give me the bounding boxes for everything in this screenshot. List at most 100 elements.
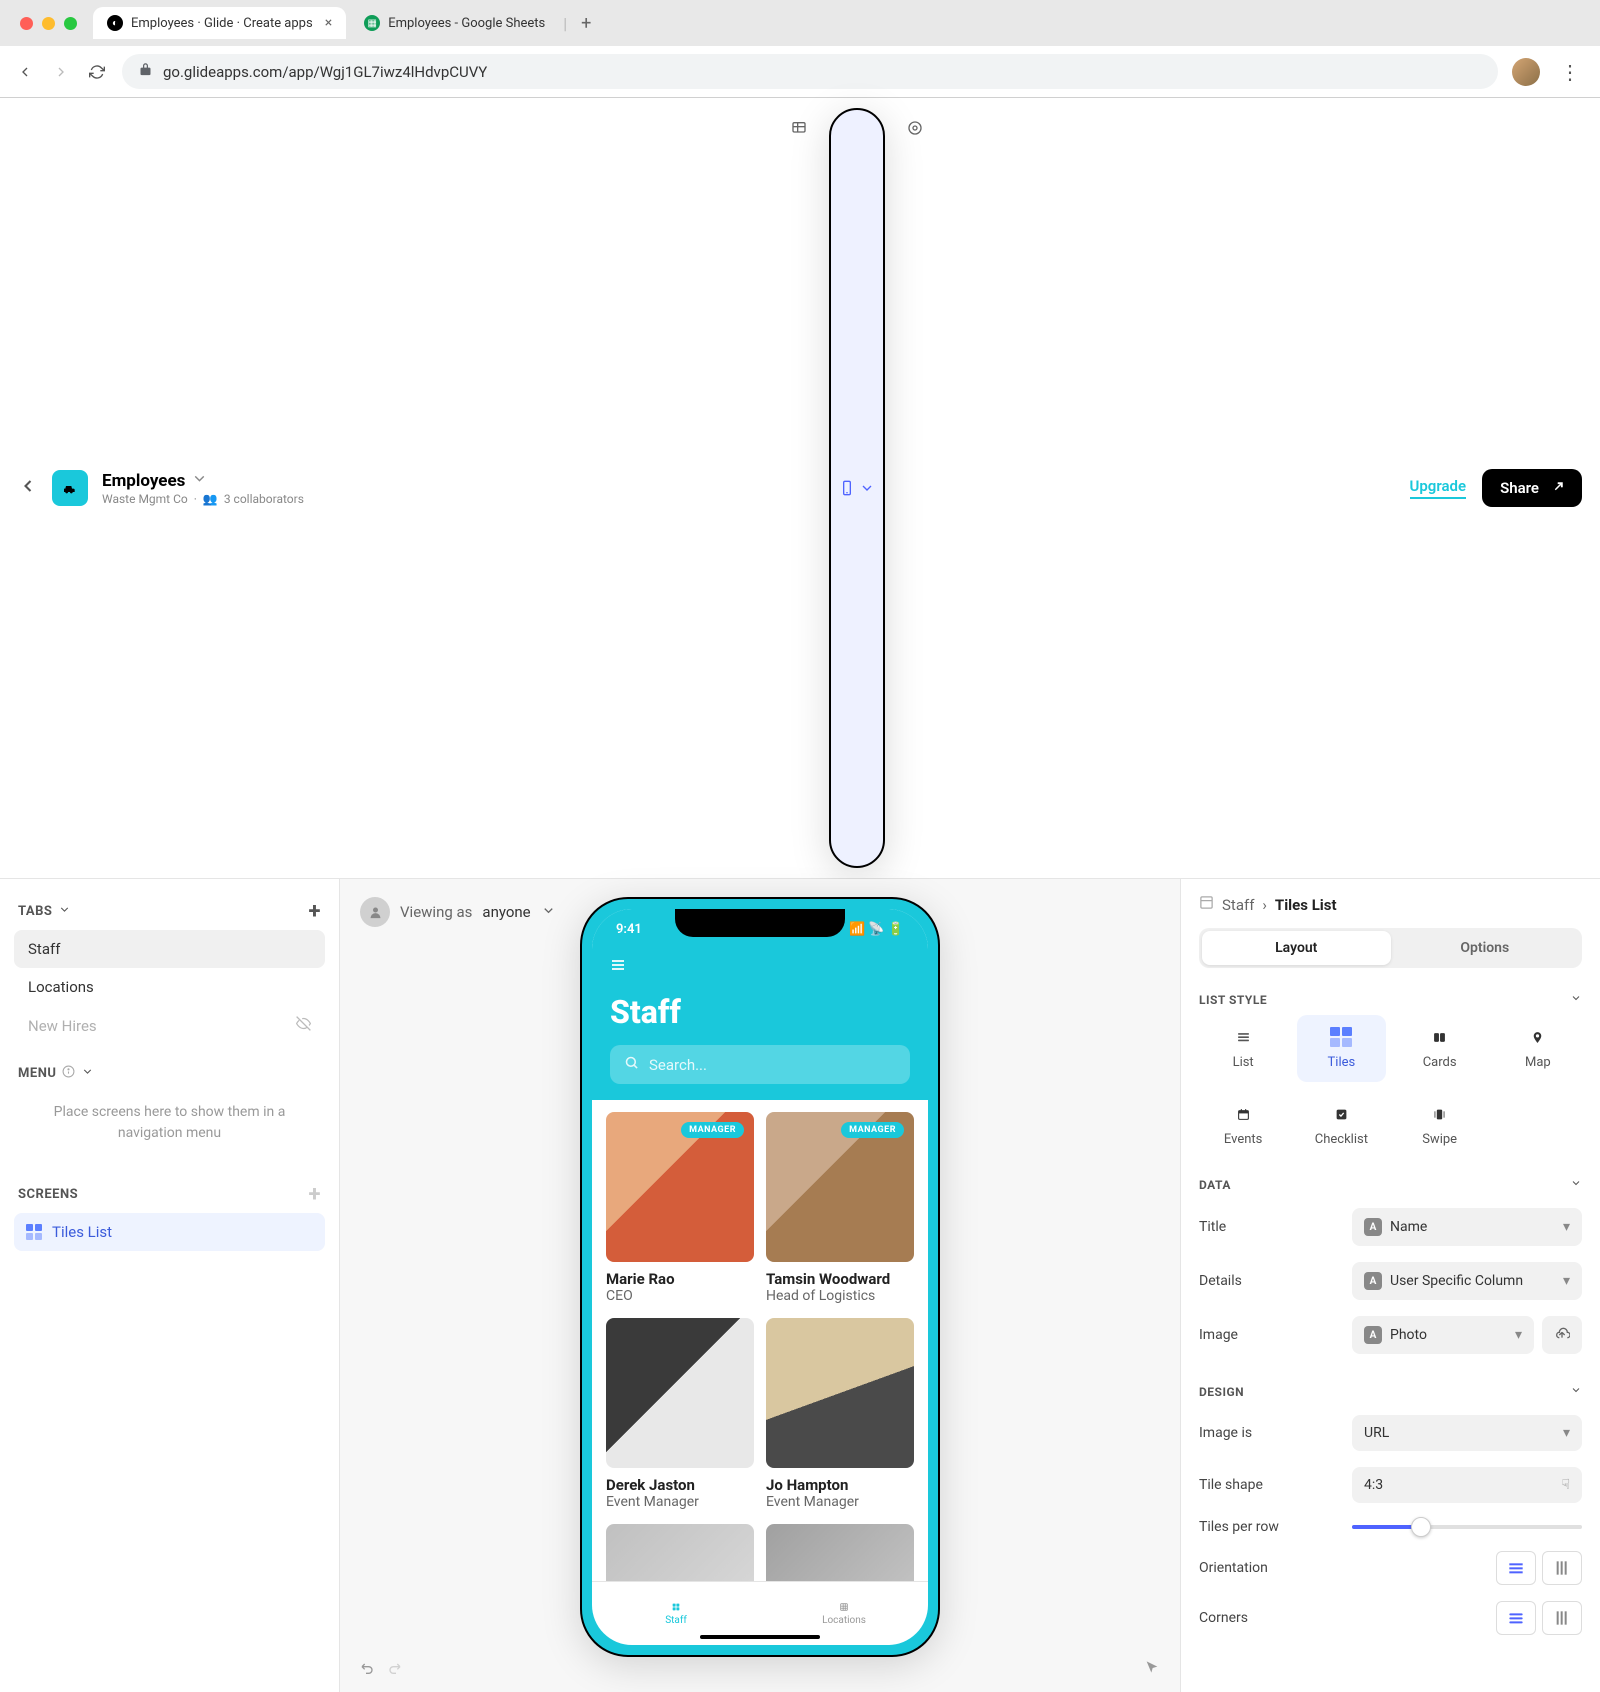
browser-chrome: ◐ Employees · Glide · Create apps × ▦ Em… — [0, 0, 1600, 98]
corners-square[interactable] — [1542, 1601, 1582, 1635]
menu-label: MENU — [18, 1066, 56, 1081]
style-events[interactable]: Events — [1199, 1092, 1287, 1159]
device-tablet-button[interactable] — [777, 108, 821, 148]
style-swipe[interactable]: Swipe — [1396, 1092, 1484, 1159]
sidebar-tab-new-hires[interactable]: New Hires — [14, 1006, 325, 1045]
separator: · — [194, 492, 197, 506]
chevron-down-icon[interactable] — [58, 903, 71, 920]
phone-screen: 9:41 📶 📡 🔋 Staff Search... MANAGER Marie… — [592, 909, 928, 1645]
menu-section-header: MENU — [14, 1059, 325, 1088]
field-label: Image — [1199, 1327, 1238, 1343]
tile-person[interactable]: Jo Hampton Event Manager — [766, 1318, 914, 1510]
settings-button[interactable] — [893, 108, 937, 148]
screen-item-tiles-list[interactable]: Tiles List — [14, 1213, 325, 1251]
style-map[interactable]: Map — [1494, 1015, 1582, 1082]
viewing-as-label: Viewing as — [400, 903, 472, 921]
title-dropdown[interactable]: AName▾ — [1352, 1208, 1582, 1246]
tab-label: Employees - Google Sheets — [388, 16, 545, 31]
device-phone-button[interactable] — [829, 108, 885, 868]
data-label: DATA — [1199, 1178, 1231, 1192]
forward-button[interactable] — [50, 61, 72, 83]
sidebar-tab-locations[interactable]: Locations — [14, 968, 325, 1006]
hamburger-icon[interactable] — [610, 957, 626, 977]
viewing-as-pill[interactable]: Viewing as anyone — [360, 897, 556, 927]
window-minimize[interactable] — [42, 17, 55, 30]
orientation-vertical[interactable] — [1542, 1551, 1582, 1585]
phone-title: Staff — [610, 993, 910, 1031]
style-list[interactable]: List — [1199, 1015, 1287, 1082]
field-label: Orientation — [1199, 1560, 1268, 1576]
tile-person[interactable]: Derek Jaston Event Manager — [606, 1318, 754, 1510]
style-tiles[interactable]: Tiles — [1297, 1015, 1385, 1082]
manager-badge: MANAGER — [841, 1122, 904, 1138]
add-screen-button[interactable]: + — [309, 1182, 322, 1207]
share-button[interactable]: Share — [1482, 469, 1582, 507]
field-label: Corners — [1199, 1610, 1248, 1626]
tile-photo: MANAGER — [606, 1112, 754, 1262]
list-style-header[interactable]: LIST STYLE — [1199, 984, 1582, 1015]
tile-person[interactable] — [606, 1524, 754, 1581]
tab-label: Staff — [28, 940, 60, 958]
profile-avatar[interactable] — [1512, 58, 1540, 86]
breadcrumb-parent[interactable]: Staff — [1222, 896, 1254, 914]
tile-shape-dropdown[interactable]: 4:3☟ — [1352, 1467, 1582, 1503]
style-label: Checklist — [1315, 1132, 1368, 1147]
new-tab-button[interactable]: + — [571, 9, 601, 38]
collaborators-text[interactable]: 3 collaborators — [224, 492, 304, 506]
lock-icon — [138, 62, 153, 81]
browser-tab-sheets[interactable]: ▦ Employees - Google Sheets — [350, 7, 559, 39]
clock: 9:41 — [616, 922, 642, 937]
reload-button[interactable] — [86, 61, 108, 83]
field-label: Title — [1199, 1219, 1226, 1235]
home-indicator — [700, 1635, 820, 1639]
image-is-dropdown[interactable]: URL▾ — [1352, 1415, 1582, 1451]
cursor-icon[interactable] — [1144, 1660, 1160, 1680]
chevron-down-icon — [1570, 1177, 1582, 1192]
tile-person[interactable]: MANAGER Marie Rao CEO — [606, 1112, 754, 1304]
add-tab-button[interactable]: + — [309, 899, 322, 924]
segment-layout[interactable]: Layout — [1202, 931, 1391, 965]
back-button[interactable] — [14, 61, 36, 83]
window-maximize[interactable] — [64, 17, 77, 30]
viewing-as-value: anyone — [482, 903, 530, 921]
undo-button[interactable] — [360, 1660, 376, 1680]
details-dropdown[interactable]: AUser Specific Column▾ — [1352, 1262, 1582, 1300]
image-dropdown[interactable]: APhoto▾ — [1352, 1316, 1534, 1354]
tabs-label: TABS — [18, 904, 52, 919]
tab-favicon-icon: ◐ — [107, 15, 123, 31]
status-icons: 📶 📡 🔋 — [849, 922, 904, 937]
window-close[interactable] — [20, 17, 33, 30]
chevron-down-icon[interactable] — [81, 1065, 94, 1082]
tile-person[interactable]: MANAGER Tamsin Woodward Head of Logistic… — [766, 1112, 914, 1304]
chevron-down-icon[interactable] — [191, 470, 208, 492]
style-cards[interactable]: Cards — [1396, 1015, 1484, 1082]
caret-down-icon: ▾ — [1515, 1327, 1522, 1343]
canvas-footer — [360, 1660, 402, 1680]
chevron-left-icon[interactable] — [18, 476, 38, 500]
segment-options[interactable]: Options — [1391, 931, 1580, 965]
dropdown-value: URL — [1364, 1425, 1389, 1441]
tile-role: Event Manager — [766, 1494, 914, 1510]
corners-rounded[interactable] — [1496, 1601, 1536, 1635]
url-field[interactable]: go.glideapps.com/app/Wgj1GL7iwz4lHdvpCUV… — [122, 54, 1498, 89]
orientation-horizontal[interactable] — [1496, 1551, 1536, 1585]
tab-label: Employees · Glide · Create apps — [131, 16, 313, 31]
design-section-header[interactable]: DESIGN — [1199, 1376, 1582, 1407]
app-header-right: Upgrade Share — [1410, 469, 1582, 507]
tile-person[interactable] — [766, 1524, 914, 1581]
pointer-icon: ☟ — [1561, 1477, 1570, 1493]
browser-menu-button[interactable]: ⋮ — [1554, 60, 1586, 84]
close-icon[interactable]: × — [325, 15, 332, 31]
info-icon[interactable] — [62, 1065, 75, 1082]
chevron-down-icon — [1570, 992, 1582, 1007]
upgrade-link[interactable]: Upgrade — [1410, 477, 1467, 499]
data-section-header[interactable]: DATA — [1199, 1169, 1582, 1200]
redo-button[interactable] — [386, 1660, 402, 1680]
search-input[interactable]: Search... — [610, 1045, 910, 1084]
tab-divider: | — [563, 14, 567, 33]
browser-tab-glide[interactable]: ◐ Employees · Glide · Create apps × — [93, 7, 346, 39]
style-checklist[interactable]: Checklist — [1297, 1092, 1385, 1159]
sidebar-tab-staff[interactable]: Staff — [14, 930, 325, 968]
tiles-per-row-slider[interactable] — [1352, 1525, 1582, 1529]
upload-image-button[interactable] — [1542, 1316, 1582, 1354]
